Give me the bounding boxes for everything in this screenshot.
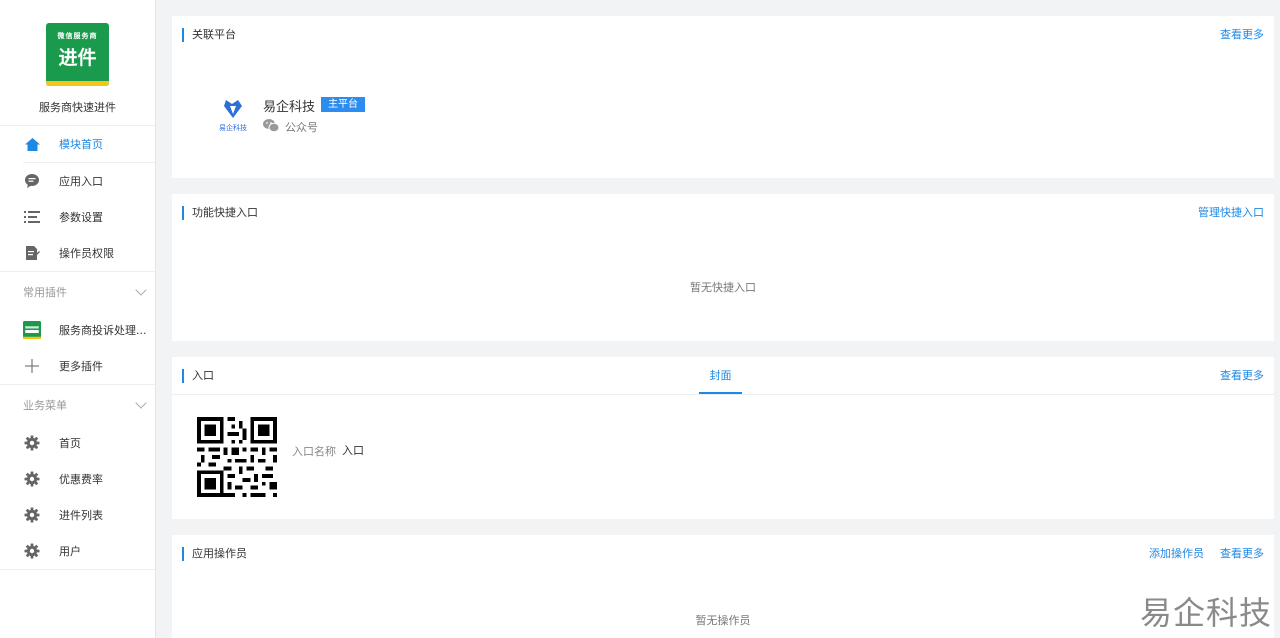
nav-item-application-list[interactable]: 进件列表	[0, 497, 155, 533]
entry-name-label: 入口名称	[292, 445, 336, 458]
platform-name: 易企科技	[263, 100, 316, 115]
qr-code[interactable]	[197, 417, 277, 497]
manage-shortcuts-link[interactable]: 管理快捷入口	[1198, 206, 1264, 220]
nav-item-label: 应用入口	[59, 175, 103, 188]
gear-icon	[23, 506, 41, 524]
nav-item-module-home[interactable]: 模块首页	[0, 126, 155, 162]
app-logo-caption: 微信服务商	[57, 32, 98, 40]
entry-title: 入口	[182, 369, 214, 383]
chevron-down-icon	[135, 397, 147, 409]
linked-platform-card: 关联平台 查看更多 易企科技 易企科技 主平台 公众号	[172, 16, 1274, 178]
entry-card: 入口 封面 查看更多 入口名称 入口	[172, 357, 1274, 519]
app-logo-stripe	[46, 81, 109, 86]
nav-item-app-entry[interactable]: 应用入口	[0, 163, 155, 199]
nav-item-operator-perm[interactable]: 操作员权限	[0, 235, 155, 271]
nav-item-discount-rate[interactable]: 优惠费率	[0, 461, 155, 497]
nav-item-users[interactable]: 用户	[0, 533, 155, 569]
business-menu-group: 业务菜单 首页 优惠费率 进件列表 用户	[0, 384, 155, 569]
platform-logo-text: 易企科技	[219, 124, 247, 132]
tab-cover[interactable]: 封面	[699, 357, 742, 394]
watermark: 易企科技	[1139, 594, 1272, 632]
entry-view-more-link[interactable]: 查看更多	[1220, 369, 1264, 383]
gear-icon	[23, 470, 41, 488]
home-icon	[23, 135, 41, 153]
plugins-group-header[interactable]: 常用插件	[0, 272, 155, 312]
plugins-group-title: 常用插件	[23, 286, 67, 299]
app-logo-title: 进件	[58, 47, 97, 69]
gear-icon	[23, 434, 41, 452]
nav-item-plugin-complaint[interactable]: 服务商投诉处理...	[0, 312, 155, 348]
nav-item-label: 用户	[59, 545, 81, 558]
app-name: 服务商快速进件	[39, 101, 116, 114]
nav-item-params[interactable]: 参数设置	[0, 199, 155, 235]
plugins-group: 常用插件 服务商投诉处理... 更多插件	[0, 271, 155, 384]
shortcuts-card: 功能快捷入口 管理快捷入口 暂无快捷入口	[172, 194, 1274, 341]
operators-title: 应用操作员	[182, 547, 247, 561]
nav-item-label: 服务商投诉处理...	[59, 324, 147, 337]
nav-item-more-plugins[interactable]: 更多插件	[0, 348, 155, 384]
nav-item-label: 优惠费率	[59, 473, 103, 486]
linked-platform-title: 关联平台	[182, 28, 236, 42]
nav-item-label: 首页	[59, 437, 81, 450]
nav-item-label: 参数设置	[59, 211, 103, 224]
gear-icon	[23, 542, 41, 560]
platform-view-more-link[interactable]: 查看更多	[1220, 28, 1264, 42]
operators-view-more-link[interactable]: 查看更多	[1220, 547, 1264, 561]
nav-item-label: 操作员权限	[59, 247, 114, 260]
sidebar-bottom-divider	[0, 569, 155, 570]
plus-icon	[23, 357, 41, 375]
main-platform-badge: 主平台	[321, 97, 365, 112]
doc-edit-icon	[23, 244, 41, 262]
plugin-thumb-icon	[23, 321, 41, 339]
add-operator-link[interactable]: 添加操作员	[1149, 547, 1204, 561]
tab-divider	[172, 394, 1274, 395]
platform-logo: 易企科技	[216, 96, 250, 136]
operators-card: 应用操作员 添加操作员 查看更多 暂无操作员	[172, 535, 1274, 638]
chevron-down-icon	[135, 284, 147, 296]
shortcuts-title: 功能快捷入口	[182, 206, 258, 220]
nav-item-label: 进件列表	[59, 509, 103, 522]
app-logo: 微信服务商 进件	[46, 23, 109, 86]
platform-type-label: 公众号	[285, 121, 318, 134]
sidebar: 微信服务商 进件 服务商快速进件 模块首页 应用入口 参数设置 操作员权限 常用…	[0, 0, 156, 638]
app-header: 微信服务商 进件 服务商快速进件	[0, 0, 155, 126]
nav-item-home[interactable]: 首页	[0, 425, 155, 461]
platform-type: 公众号	[263, 119, 318, 135]
operators-empty-text: 暂无操作员	[695, 614, 751, 627]
shortcuts-empty-text: 暂无快捷入口	[690, 281, 756, 294]
list-icon	[23, 208, 41, 226]
entry-name-value: 入口	[342, 444, 364, 457]
wechat-icon	[263, 119, 280, 135]
business-menu-header[interactable]: 业务菜单	[0, 385, 155, 425]
nav-item-label: 更多插件	[59, 360, 103, 373]
chat-icon	[23, 172, 41, 190]
nav-item-label: 模块首页	[59, 138, 103, 151]
business-menu-title: 业务菜单	[23, 399, 67, 412]
